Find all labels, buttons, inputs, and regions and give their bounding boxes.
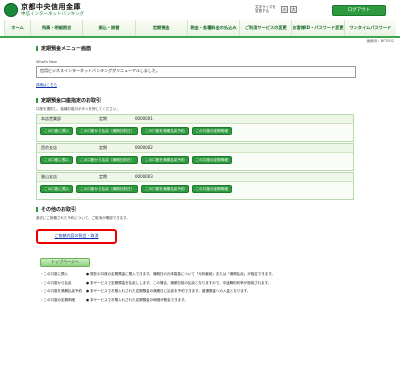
account-row: 本店営業部 定期 0000001 この口座に預入 この口座から払戻（満期日前日）… [36,114,354,142]
statement-button[interactable]: この口座の定期明細 [191,185,232,193]
logout-button[interactable]: ログアウト [332,5,386,16]
note-item: ・この口座の定期明細 ● 本サービスでお預入れされた定期預金の明細が照会できます… [40,298,188,303]
other-section-title: その他のお取引 [36,207,76,213]
back-to-top-button[interactable]: トップページへ [40,258,90,267]
nav-balance[interactable]: 残高・明細照会 [30,20,83,36]
other-instruction: 過去にご依頼された予約について、ご取消が確認できます。 [36,216,130,220]
nav-id-password[interactable]: お客様ID・パスワード変更 [291,20,344,36]
deposit-button[interactable]: この口座に預入 [40,185,74,193]
account-branch: 西京支店 [41,144,57,150]
accounts-section-title: 定期預金口座指定のお取引 [36,98,101,104]
service-name: 中信インターネットバンキング [21,12,85,18]
account-number: 0000003 [135,173,153,179]
deposit-button[interactable]: この口座に預入 [40,127,74,135]
account-type: 定期 [99,144,107,150]
font-small-button[interactable]: 小 [281,6,288,13]
nav-transfer[interactable]: 振込・振替 [82,20,135,36]
account-number: 0000002 [135,144,153,150]
font-large-button[interactable]: 大 [290,6,297,13]
withdraw-button[interactable]: この口座から払戻（満期日前日） [76,127,139,135]
font-size-label: 文字サイズを 変更する [255,5,276,14]
account-type: 定期 [99,173,107,179]
maturity-reserve-button[interactable]: この口座を満期払戻予約 [141,156,189,164]
whats-new-box: 信用ビジネスインターネットバンキングがリニューアルしました。 [36,66,356,78]
nav-home[interactable]: ホーム [4,20,30,36]
statement-button[interactable]: この口座の定期明細 [191,156,232,164]
notes: ・この口座に預入 ● 現在の口座の定期預金に預入できます。満期日の元本取扱につい… [40,272,370,307]
nav-time-deposit[interactable]: 定期預金 [134,20,187,36]
note-item: ・この口座から払戻 ● 本サービスで定期預金を払戻しします。この場合、満期日前の… [40,280,272,285]
page-title: 定期預金メニュー画面 [36,46,91,52]
whats-new-label: What's New [36,60,57,64]
withdraw-button[interactable]: この口座から払戻（満期日前日） [76,185,139,193]
statement-button[interactable]: この口座の定期明細 [191,127,232,135]
maturity-reserve-button[interactable]: この口座を満期払戻予約 [141,185,189,193]
note-item: ・この口座に預入 ● 現在の口座の定期預金に預入できます。満期日の元本取扱につい… [40,272,275,276]
withdraw-button[interactable]: この口座から払戻（満期日前日） [76,156,139,164]
account-row: 嵐山支店 定期 0000003 この口座に預入 この口座から払戻（満期日前日） … [36,172,354,200]
inquiry-cancel-link[interactable]: ご依頼内容の照会・取消 [36,229,117,244]
nav-one-time-password[interactable]: ワンタイムパスワード [343,20,396,36]
account-number: 0000001 [135,115,153,121]
nav-payments[interactable]: 税金・各種料金の払込み [186,20,240,36]
account-type: 定期 [99,115,107,121]
account-branch: 本店営業部 [41,115,61,121]
maturity-reserve-button[interactable]: この口座を満期払戻予約 [141,127,189,135]
account-branch: 嵐山支店 [41,173,57,179]
bank-logo-icon [4,3,18,18]
account-row: 西京支店 定期 0000002 この口座に預入 この口座から払戻（満期日前日） … [36,143,354,171]
nav-service-change[interactable]: ご利用サービスの変更 [239,20,292,36]
screen-id: 画面ID：BFT002 [366,39,394,43]
deposit-button[interactable]: この口座に預入 [40,156,74,164]
header: 京都中央信用金庫 中信インターネットバンキング 文字サイズを 変更する 小 大 … [0,0,400,22]
accounts-instruction: 口座を選択し、各種お取引ボタンを押してください。 [36,107,120,111]
bank-name: 京都中央信用金庫 [21,3,81,11]
whats-new-more-link[interactable]: 詳細はこちら [36,83,57,87]
bank-logo: 京都中央信用金庫 中信インターネットバンキング [4,3,84,18]
global-nav: ホーム 残高・明細照会 振込・振替 定期預金 税金・各種料金の払込み ご利用サー… [4,20,396,36]
nav-divider [0,36,400,38]
note-item: ・この口座を満期払戻予約 ● 本サービスでお預入れされた定期預金の満期日に払戻を… [40,289,251,294]
